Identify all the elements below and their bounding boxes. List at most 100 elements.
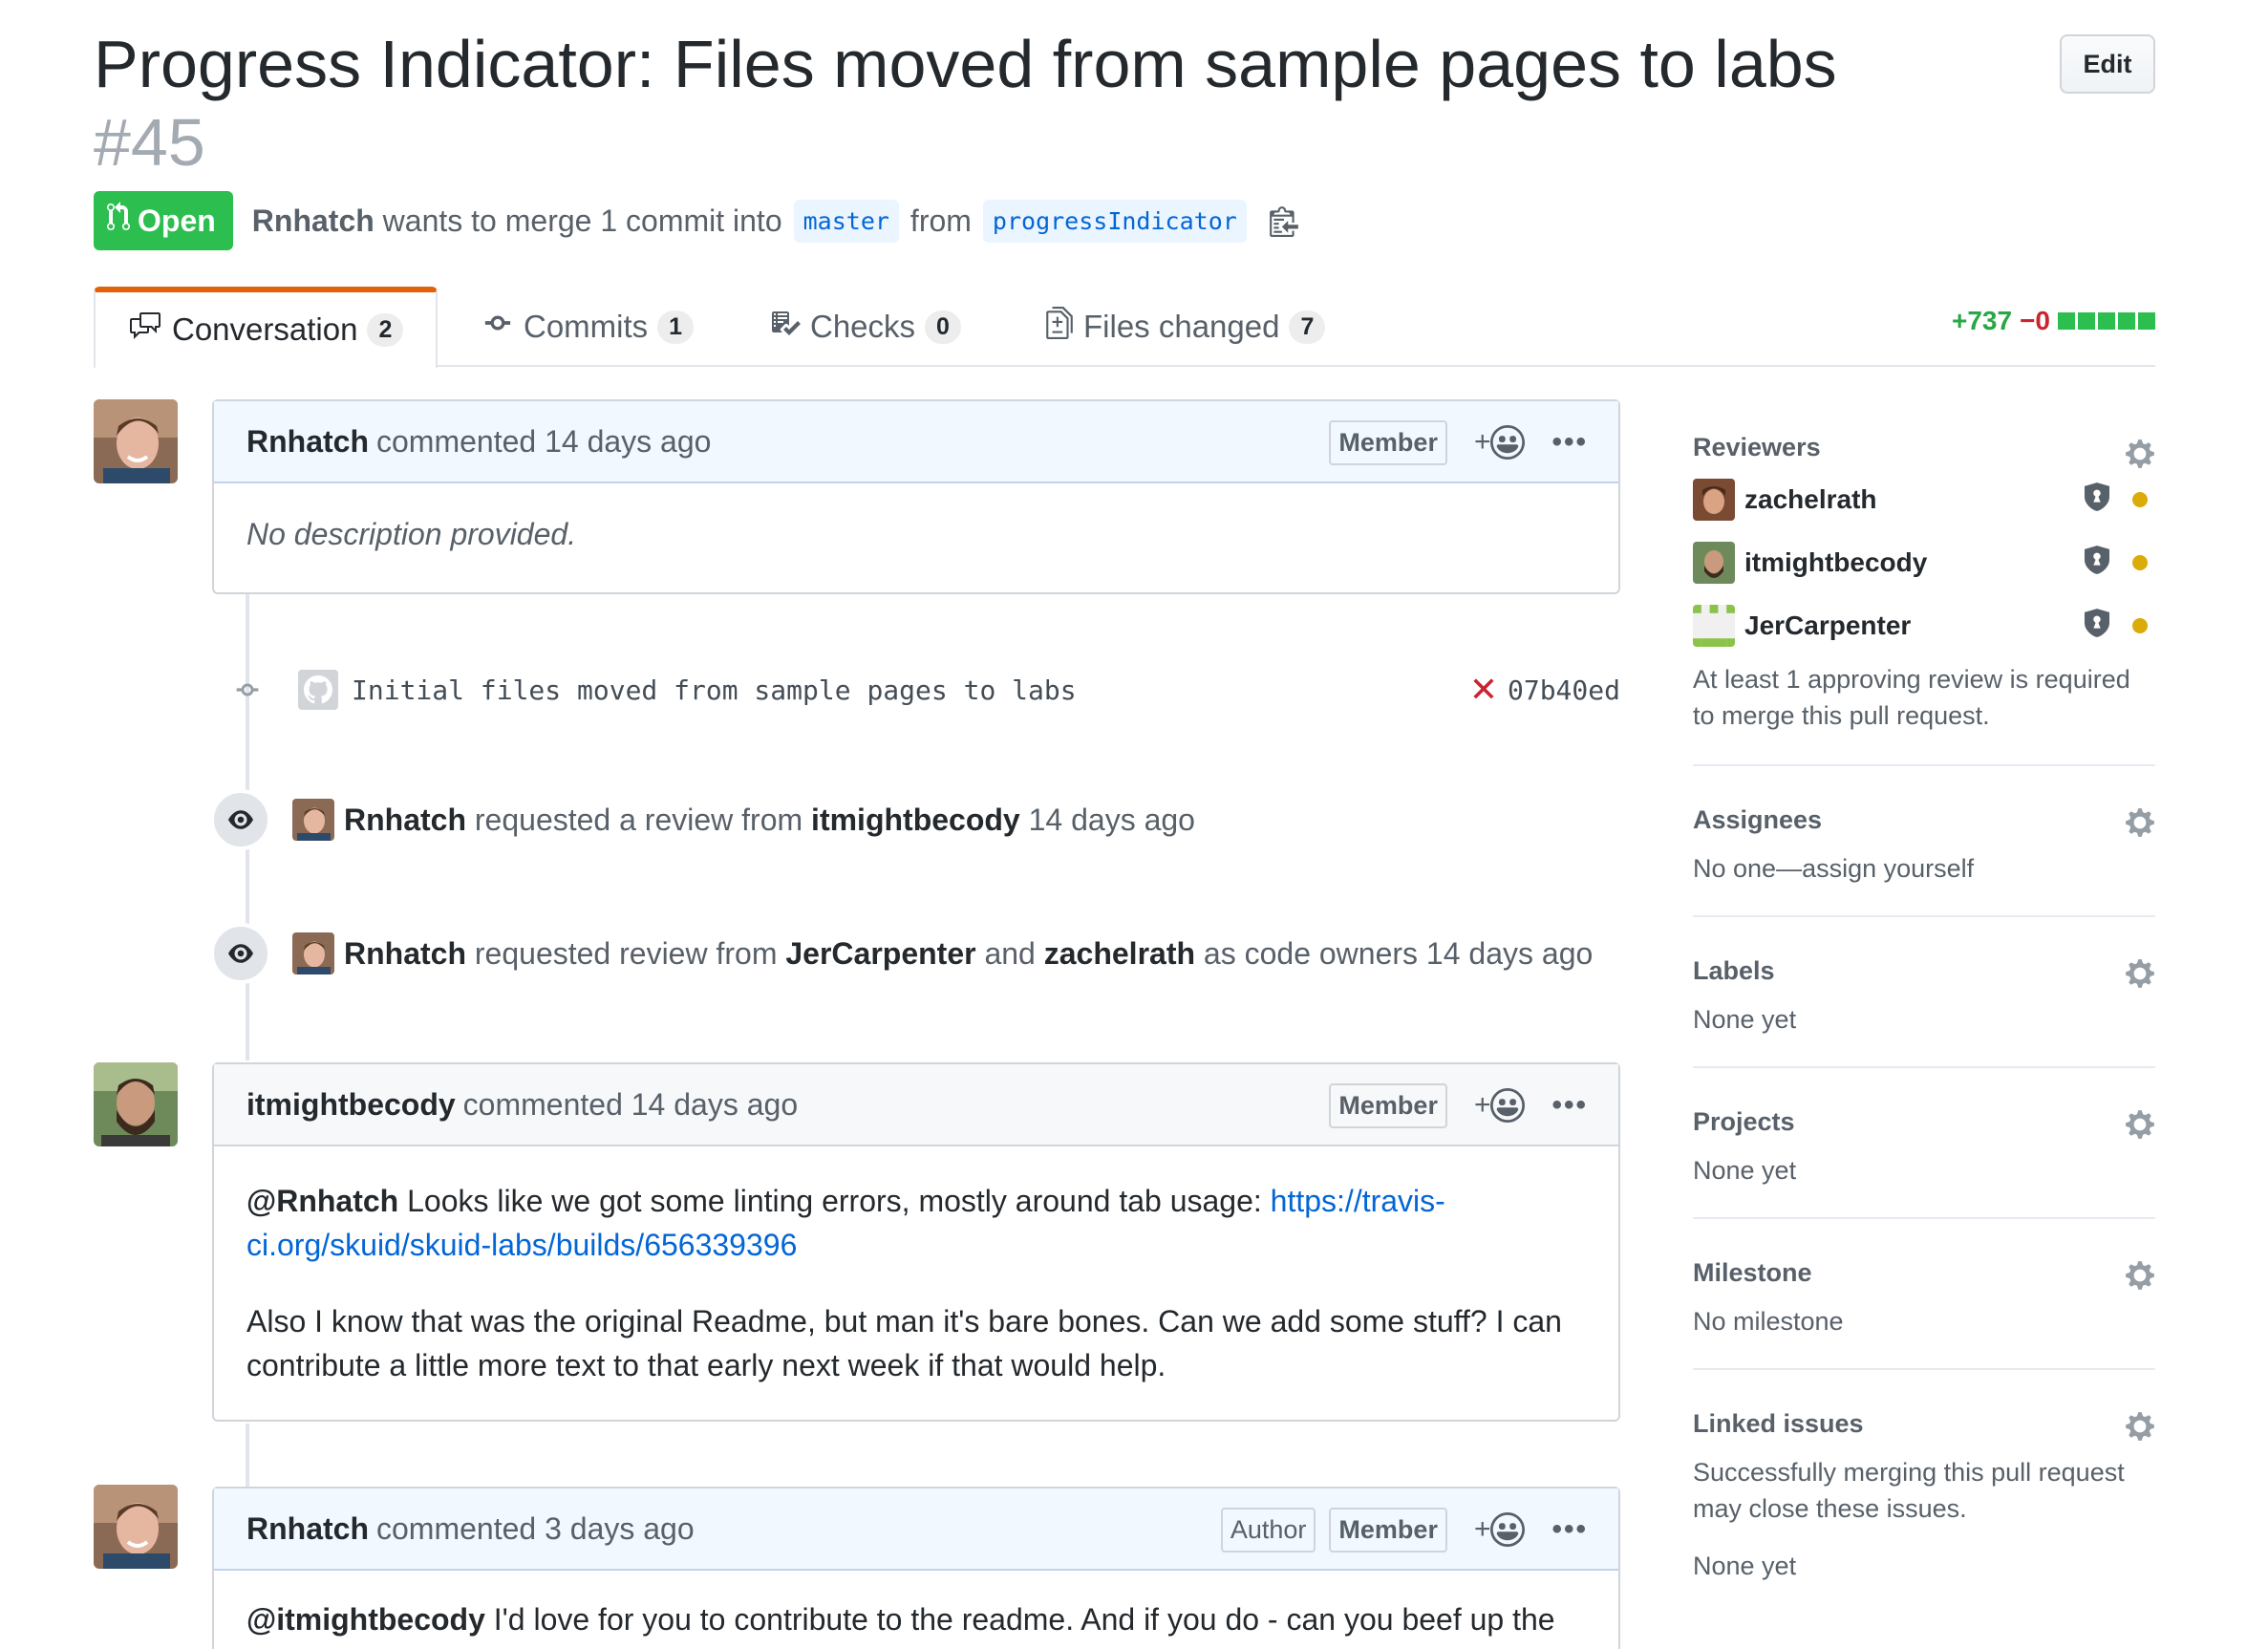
event-actor[interactable]: Rnhatch (344, 803, 466, 838)
git-commit-icon (481, 309, 514, 345)
event-and: and (984, 935, 1036, 971)
tab-label: Checks (810, 309, 916, 344)
comment-author[interactable]: Rnhatch (246, 424, 369, 460)
commit-row: Initial files moved from sample pages to… (225, 661, 1620, 718)
user-mention[interactable]: @itmightbecody (246, 1602, 485, 1637)
gear-icon[interactable] (2125, 806, 2155, 844)
event-target[interactable]: itmightbecody (811, 803, 1020, 838)
github-octocat-icon[interactable] (298, 670, 338, 710)
comment-actions: Member + ••• (1329, 401, 1588, 483)
head-branch[interactable]: progressIndicator (982, 199, 1247, 243)
sidebar-title[interactable]: Assignees (1693, 799, 2155, 841)
eye-icon (210, 923, 271, 984)
labels-value: None yet (1693, 1005, 1797, 1034)
tab-label: Commits (524, 309, 649, 344)
avatar[interactable] (292, 932, 334, 974)
tab-conversation[interactable]: Conversation 2 (94, 287, 439, 369)
tab-counter: 7 (1289, 310, 1326, 344)
sidebar-milestone: Milestone No milestone (1693, 1219, 2155, 1370)
sidebar-title[interactable]: Labels (1693, 950, 2155, 992)
edit-title-button[interactable]: Edit (2060, 34, 2155, 94)
sidebar-title[interactable]: Linked issues (1693, 1403, 2155, 1445)
add-reaction-button[interactable]: + (1474, 425, 1526, 460)
base-branch[interactable]: master (793, 199, 899, 243)
event-target[interactable]: zachelrath (1044, 936, 1195, 972)
milestone-value: No milestone (1693, 1307, 1844, 1336)
reviewer-item[interactable]: JerCarpenter (1693, 594, 2155, 657)
pr-number: #45 (94, 105, 205, 180)
comment-author[interactable]: itmightbecody (246, 1087, 456, 1123)
pull-request-icon (107, 202, 130, 240)
eye-icon (210, 789, 271, 850)
sidebar-projects: Projects None yet (1693, 1068, 2155, 1219)
gear-icon[interactable] (2125, 1259, 2155, 1296)
kebab-horizontal-icon[interactable]: ••• (1551, 1089, 1588, 1122)
diffstat-deletions: −0 (2020, 306, 2050, 335)
avatar[interactable] (94, 1062, 178, 1146)
pending-review-dot (2132, 618, 2148, 633)
kebab-horizontal-icon[interactable]: ••• (1551, 1513, 1588, 1546)
comment-paragraph: @itmightbecody I'd love for you to contr… (246, 1597, 1586, 1641)
review-request-event: Rnhatch requested review from JerCarpent… (210, 923, 1593, 984)
avatar[interactable] (94, 1485, 178, 1569)
link-part: https://travis- (1270, 1184, 1445, 1218)
pr-title: Progress Indicator: Files moved from sam… (94, 27, 1837, 101)
add-reaction-button[interactable]: + (1474, 1512, 1526, 1547)
gear-icon[interactable] (2125, 1410, 2155, 1447)
comment-header: itmightbecody commented 14 days ago Memb… (214, 1064, 1618, 1146)
plus-sign: + (1473, 1089, 1491, 1121)
tab-counter: 1 (657, 310, 695, 344)
comment: Rnhatch commented 3 days ago Author Memb… (212, 1487, 1620, 1649)
sidebar-title[interactable]: Milestone (1693, 1252, 2155, 1294)
from-text: from (909, 203, 972, 238)
tab-commits[interactable]: Commits 1 (481, 287, 695, 367)
avatar[interactable] (292, 799, 334, 841)
member-badge: Member (1329, 1507, 1447, 1553)
sidebar-title[interactable]: Projects (1693, 1101, 2155, 1143)
comment-meta[interactable]: commented 14 days ago (376, 424, 711, 460)
avatar[interactable] (94, 399, 178, 483)
event-target[interactable]: JerCarpenter (785, 936, 975, 972)
kebab-horizontal-icon[interactable]: ••• (1551, 426, 1588, 459)
file-diff-icon (1045, 307, 1074, 347)
sidebar-title[interactable]: Reviewers (1693, 426, 2155, 468)
gear-icon[interactable] (2125, 1108, 2155, 1146)
user-mention[interactable]: @Rnhatch (246, 1184, 398, 1218)
pr-author-link[interactable]: Rnhatch (252, 203, 374, 239)
commit-sha[interactable]: 07b40ed (1508, 675, 1620, 706)
identicon (1693, 605, 1735, 647)
pending-review-dot (2132, 492, 2148, 507)
sidebar-assignees: Assignees No one—assign yourself (1693, 766, 2155, 917)
comment-actions: Member + ••• (1329, 1064, 1588, 1146)
event-actor[interactable]: Rnhatch (344, 936, 466, 972)
reviewer-name: zachelrath (1744, 484, 1877, 514)
x-icon[interactable]: ✕ (1469, 671, 1498, 710)
comment-paragraph: @Rnhatch Looks like we got some linting … (246, 1179, 1586, 1267)
comment-actions: Author Member + ••• (1220, 1488, 1588, 1571)
comment-meta[interactable]: commented 14 days ago (463, 1087, 798, 1123)
comment-author[interactable]: Rnhatch (246, 1511, 369, 1547)
projects-value: None yet (1693, 1156, 1797, 1185)
comment-meta[interactable]: commented 3 days ago (376, 1511, 695, 1547)
tab-files-changed[interactable]: Files changed 7 (1045, 287, 1326, 367)
reviewer-item[interactable]: itmightbecody (1693, 531, 2155, 594)
pr-meta: Open Rnhatch wants to merge 1 commit int… (94, 191, 1298, 250)
comment-body: @Rnhatch Looks like we got some linting … (214, 1146, 1618, 1420)
tab-counter: 0 (925, 310, 961, 344)
event-suffix: as code owners 14 days ago (1203, 935, 1594, 971)
commit-message[interactable]: Initial files moved from sample pages to… (352, 675, 1077, 706)
tab-checks[interactable]: Checks 0 (770, 287, 961, 367)
event-time[interactable]: 14 days ago (1029, 803, 1195, 838)
gear-icon[interactable] (2125, 957, 2155, 995)
comment-discussion-icon (128, 311, 162, 349)
plus-sign: + (1473, 1513, 1491, 1545)
add-reaction-button[interactable]: + (1474, 1088, 1526, 1123)
comment-header: Rnhatch commented 14 days ago Member + •… (214, 401, 1618, 483)
assign-yourself-link[interactable]: No one—assign yourself (1693, 850, 2155, 887)
reviewer-item[interactable]: zachelrath (1693, 468, 2155, 531)
linked-issues-value: None yet (1693, 1552, 1797, 1580)
member-badge: Member (1329, 1082, 1447, 1128)
clipboard-icon[interactable] (1269, 204, 1298, 237)
tab-label: Conversation (172, 311, 358, 347)
author-badge: Author (1220, 1507, 1316, 1553)
